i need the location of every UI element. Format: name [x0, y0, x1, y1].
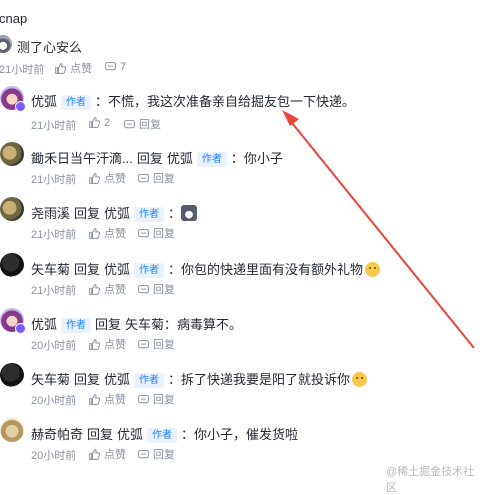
- watermark: @稀土掘金技术社区: [386, 466, 475, 494]
- annotation-arrow: [282, 110, 475, 349]
